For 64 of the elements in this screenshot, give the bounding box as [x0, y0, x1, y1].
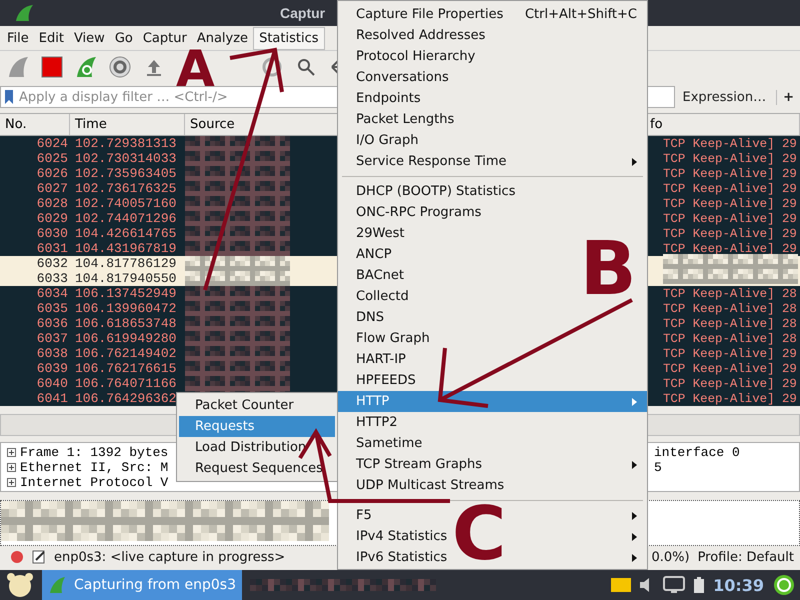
table-cell-text: 106.137452949 — [74, 286, 178, 301]
table-cell-text: TCP Keep-Alive] 28 — [663, 332, 798, 346]
table-cell-text: TCP Keep-Alive] 29 — [663, 152, 798, 166]
table-cell-text: 102.730314033 — [74, 151, 178, 166]
window-title: Captur — [280, 5, 326, 21]
table-cell-text: TCP Keep-Alive] 29 — [663, 392, 798, 406]
table-cell-text: 102.735963405 — [74, 166, 178, 181]
detail-line: Ethernet II, Src: M — [20, 460, 170, 475]
table-cell-text: 106.764071166 — [74, 376, 178, 391]
table-cell-text: TCP Keep-Alive] 29 — [663, 376, 798, 390]
table-cell-text: TCP Keep-Alive] 29 — [663, 212, 798, 226]
table-cell-text: TCP Keep-Alive] 29 — [663, 346, 798, 360]
table-cell-text: TCP Keep-Alive] 29 — [663, 226, 798, 240]
table-cell-text: 6041 — [36, 391, 68, 406]
table-cell-text: 106.762149402 — [74, 346, 178, 361]
table-cell-text: TCP Keep-Alive] 29 — [663, 242, 798, 256]
table-cell-text: TCP Keep-Alive] 28 — [663, 302, 798, 316]
detail-line: 5 — [654, 460, 662, 475]
table-cell-text: 104.817940550 — [74, 271, 178, 286]
profile-label: Profile: Default — [698, 550, 795, 564]
detail-line: interface 0 — [654, 445, 740, 460]
table-cell-text: 104.426614765 — [74, 226, 178, 241]
table-cell-text: 6030 — [36, 226, 68, 241]
table-cell-text: 102.740057160 — [74, 196, 178, 211]
detail-line: Internet Protocol V — [20, 475, 170, 490]
table-cell-text: 6034 — [36, 286, 68, 301]
table-cell-text: TCP Keep-Alive] 29 — [663, 362, 798, 376]
table-cell-text: 6024 — [36, 136, 68, 151]
status-text: enp0s3: <live capture in progress> — [54, 550, 286, 564]
clock: 10:39 — [713, 576, 764, 594]
table-cell-text: TCP Keep-Alive] 28 — [663, 286, 798, 300]
table-cell-text: 6032 — [36, 256, 68, 271]
status-text: 0.0%) — [651, 550, 690, 564]
table-cell-text: 6029 — [36, 211, 68, 226]
table-cell-text: 106.618653748 — [74, 316, 178, 331]
table-cell-text: 102.744071296 — [74, 211, 178, 226]
table-cell-text: 104.431967819 — [74, 241, 178, 256]
table-cell-text: 6039 — [36, 361, 68, 376]
table-cell-text: 6033 — [36, 271, 68, 286]
table-cell-text: TCP Keep-Alive] 29 — [663, 166, 798, 180]
table-cell-text: TCP Keep-Alive] 29 — [663, 182, 798, 196]
table-cell-text: 6031 — [36, 241, 68, 256]
table-cell-text: TCP Keep-Alive] 28 — [663, 316, 798, 330]
table-cell-text: 106.619949280 — [74, 331, 178, 346]
table-cell-text: TCP Keep-Alive] 29 — [663, 196, 798, 210]
table-cell-text: 6027 — [36, 181, 68, 196]
table-cell-text: 6040 — [36, 376, 68, 391]
table-cell-text: 6037 — [36, 331, 68, 346]
table-cell-text: 102.729381313 — [74, 136, 178, 151]
table-cell-text: 106.764296362 — [74, 391, 178, 406]
table-cell-text: 6035 — [36, 301, 68, 316]
table-cell-text: 102.736176325 — [74, 181, 178, 196]
annotation-label: A — [176, 50, 215, 89]
table-cell-text: 6036 — [36, 316, 68, 331]
table-cell-text: 6038 — [36, 346, 68, 361]
table-cell-text: 6026 — [36, 166, 68, 181]
table-cell-text: 6028 — [36, 196, 68, 211]
detail-line: Frame 1: 1392 bytes — [20, 445, 170, 460]
table-cell-text: 106.139960472 — [74, 301, 178, 316]
table-cell-text: 104.817786129 — [74, 256, 178, 271]
table-cell-text: 106.762176615 — [74, 361, 178, 376]
annotation-label: C — [452, 505, 506, 563]
table-cell-text: 6025 — [36, 151, 68, 166]
table-cell-text: TCP Keep-Alive] 29 — [663, 136, 798, 150]
